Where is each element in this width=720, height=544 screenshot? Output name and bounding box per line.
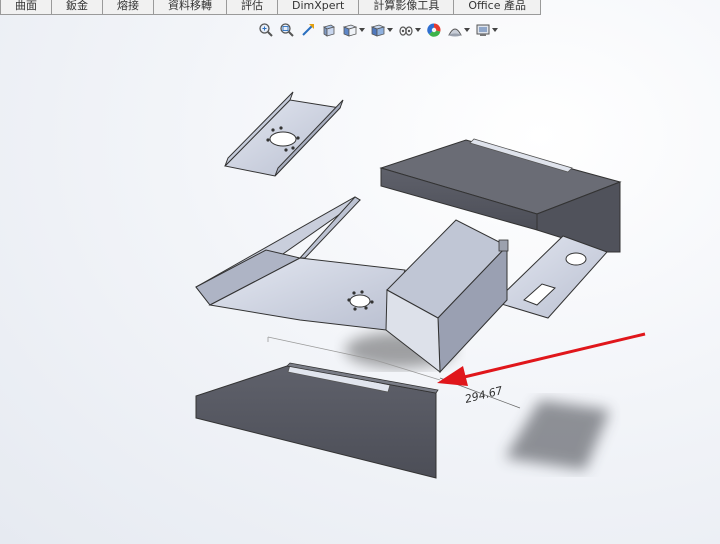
floor-shadow	[505, 400, 610, 470]
tab-sheet-metal[interactable]: 鈑金	[52, 0, 103, 14]
command-manager-tabs: 曲面 鈑金 熔接 資料移轉 評估 DimXpert 計算影像工具 Office …	[0, 0, 541, 15]
previous-view-icon[interactable]	[300, 22, 316, 38]
tab-dimxpert[interactable]: DimXpert	[278, 0, 360, 14]
hide-show-icon[interactable]	[398, 22, 414, 38]
tab-office-products[interactable]: Office 產品	[454, 0, 541, 14]
tab-weldments[interactable]: 熔接	[103, 0, 154, 14]
graphics-area[interactable]: 294.67 曲面 鈑金 熔接 資料移轉 評估 DimXpert 計算影像工具 …	[0, 0, 720, 544]
display-style-icon[interactable]	[370, 22, 386, 38]
chevron-down-icon[interactable]	[415, 22, 421, 38]
bracket-hole	[269, 131, 297, 147]
tab-evaluate[interactable]: 評估	[227, 0, 278, 14]
tray-hole	[349, 294, 371, 308]
tab-data-migration[interactable]: 資料移轉	[154, 0, 227, 14]
zoom-area-icon[interactable]	[279, 22, 295, 38]
tab-surfaces[interactable]: 曲面	[0, 0, 52, 14]
apply-scene-icon[interactable]	[447, 22, 463, 38]
dimension-value: 294.67	[464, 384, 505, 406]
chevron-down-icon[interactable]	[492, 22, 498, 38]
small-bracket-part[interactable]	[223, 91, 344, 177]
model-scene[interactable]: 294.67	[0, 0, 720, 544]
chevron-down-icon[interactable]	[464, 22, 470, 38]
chevron-down-icon[interactable]	[359, 22, 365, 38]
heads-up-view-toolbar	[258, 20, 498, 40]
tab-render-tools[interactable]: 計算影像工具	[359, 0, 455, 14]
section-view-icon[interactable]	[321, 22, 337, 38]
edit-appearance-icon[interactable]	[426, 22, 442, 38]
view-settings-icon[interactable]	[475, 22, 491, 38]
view-orientation-icon[interactable]	[342, 22, 358, 38]
bottom-cover-panel[interactable]	[195, 362, 439, 479]
chevron-down-icon[interactable]	[387, 22, 393, 38]
zoom-to-fit-icon[interactable]	[258, 22, 274, 38]
